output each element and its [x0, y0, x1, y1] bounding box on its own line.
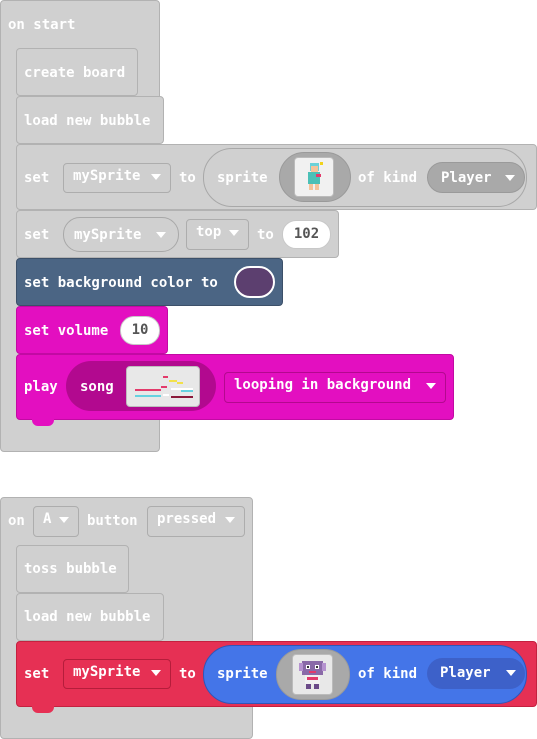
button-dropdown-label: A	[43, 511, 52, 527]
set-volume-label: set volume	[24, 323, 109, 339]
chevron-down-icon	[151, 174, 161, 180]
property-dropdown-label: top	[196, 224, 222, 240]
chevron-down-icon	[151, 670, 161, 676]
set-label: set	[24, 227, 50, 243]
chevron-down-icon	[225, 517, 235, 523]
set-label: set	[24, 170, 50, 186]
song-label: song	[80, 379, 114, 395]
button-dropdown[interactable]: A	[33, 506, 79, 537]
variable-dropdown[interactable]: mySprite	[63, 659, 171, 689]
variable-dropdown-label: mySprite	[73, 664, 141, 680]
chevron-down-icon	[59, 517, 69, 523]
chevron-down-icon	[505, 175, 515, 181]
to-label: to	[179, 666, 196, 682]
variable-reporter-label: mySprite	[74, 227, 142, 243]
play-mode-dropdown-label: looping in background	[234, 377, 412, 393]
event-dropdown-label: pressed	[157, 511, 217, 527]
song-preview-icon[interactable]	[126, 366, 200, 407]
chevron-down-icon	[156, 232, 166, 238]
variable-reporter[interactable]: mySprite	[63, 217, 179, 252]
toss-bubble-label: toss bubble	[24, 561, 117, 577]
to-label: to	[179, 170, 196, 186]
of-kind-label: of kind	[358, 170, 418, 186]
property-dropdown[interactable]: top	[186, 219, 249, 250]
kind-dropdown-label: Player	[441, 170, 492, 186]
to-label: to	[257, 227, 274, 243]
top-value-input[interactable]: 102	[282, 220, 331, 249]
load-new-bubble-label: load new bubble	[24, 609, 151, 625]
kind-dropdown-label: Player	[440, 665, 491, 681]
play-label: play	[24, 379, 58, 395]
play-mode-dropdown[interactable]: looping in background	[224, 372, 446, 403]
block-notch	[32, 706, 54, 713]
sprite-image-icon	[292, 654, 333, 695]
set-label: set	[24, 666, 50, 682]
sprite-label: sprite	[217, 170, 268, 186]
load-new-bubble-label: load new bubble	[24, 113, 151, 129]
kind-dropdown[interactable]: Player	[427, 658, 525, 689]
chevron-down-icon	[506, 670, 516, 676]
variable-dropdown-label: mySprite	[73, 168, 141, 184]
chevron-down-icon	[426, 383, 436, 389]
color-swatch[interactable]	[234, 266, 275, 298]
chevron-down-icon	[229, 230, 239, 236]
event-dropdown[interactable]: pressed	[147, 506, 245, 537]
on-start-label: on start	[8, 17, 76, 33]
block-notch	[32, 419, 54, 426]
sprite-image-icon	[294, 157, 334, 197]
set-background-color-label: set background color to	[24, 275, 218, 291]
sprite-label: sprite	[217, 666, 268, 682]
kind-dropdown[interactable]: Player	[427, 162, 525, 193]
create-board-label: create board	[24, 65, 126, 81]
on-label: on	[8, 513, 25, 529]
of-kind-label: of kind	[358, 666, 418, 682]
variable-dropdown[interactable]: mySprite	[63, 163, 171, 193]
button-label: button	[87, 513, 138, 529]
volume-value-input[interactable]: 10	[120, 316, 160, 345]
